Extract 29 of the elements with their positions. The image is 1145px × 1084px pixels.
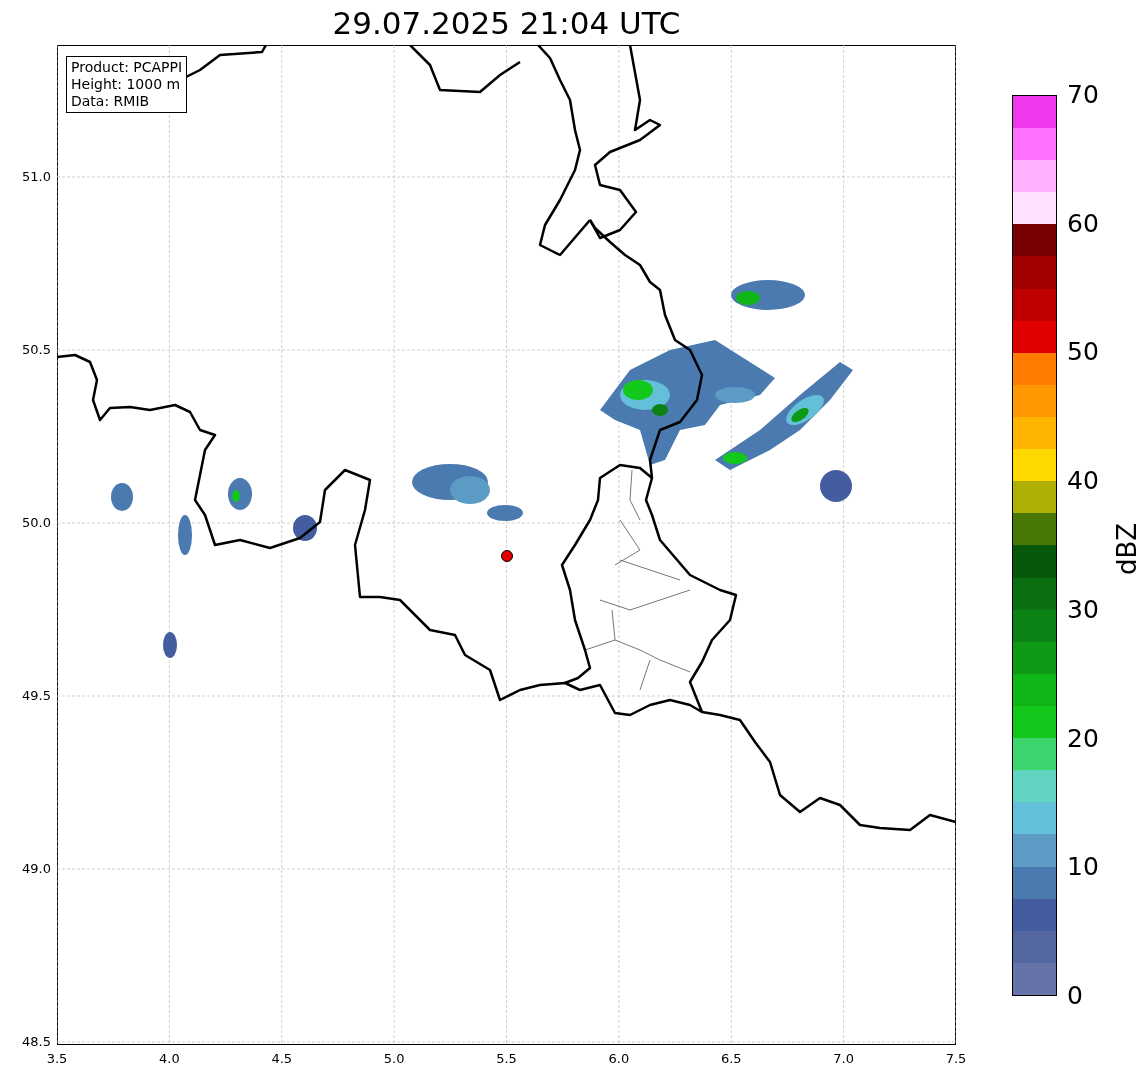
radar-site-marker xyxy=(501,550,513,562)
colorbar-tick-label: 60 xyxy=(1067,208,1099,239)
axis-tick-label: 51.0 xyxy=(22,169,51,185)
info-text: Data: RMIB xyxy=(71,93,151,110)
axis-tick-label: 5.5 xyxy=(495,1051,518,1067)
axis-tick-label: 3.5 xyxy=(45,1051,69,1067)
info-text: Height: 1000 m xyxy=(71,76,182,93)
axis-tick-label: 7.0 xyxy=(832,1051,855,1067)
colorbar-tick-label: 70 xyxy=(1067,80,1099,110)
axis-tick-label: 49.0 xyxy=(22,861,51,877)
axis-tick-label: 4.0 xyxy=(158,1051,181,1067)
axis-tick-label: 6.0 xyxy=(607,1051,631,1067)
axis-tick-label: 6.5 xyxy=(719,1051,743,1067)
colorbar-tick-label: 50 xyxy=(1067,337,1099,368)
colorbar-tick-label: 40 xyxy=(1067,466,1099,497)
colorbar-tick-label: 10 xyxy=(1067,852,1099,883)
chart-title: 29.07.2025 21:04 UTC xyxy=(332,4,681,41)
axis-tick-label: 4.5 xyxy=(270,1051,294,1067)
axis-tick-label: 49.5 xyxy=(22,688,51,704)
info-text: Product: PCAPPI xyxy=(71,59,183,76)
axis-tick-label: 50.0 xyxy=(22,515,51,531)
colorbar-tick-label: 20 xyxy=(1067,723,1099,754)
axis-tick-label: 5.0 xyxy=(382,1051,406,1067)
axis-tick-label: 7.5 xyxy=(944,1051,968,1067)
colorbar-tick-label: 30 xyxy=(1067,594,1099,625)
axis-tick-label: 50.5 xyxy=(22,342,51,358)
colorbar-label: dBZ xyxy=(1112,522,1142,575)
axis-tick-label: 48.5 xyxy=(22,1034,51,1050)
colorbar-tick-label: 0 xyxy=(1067,981,1083,1011)
